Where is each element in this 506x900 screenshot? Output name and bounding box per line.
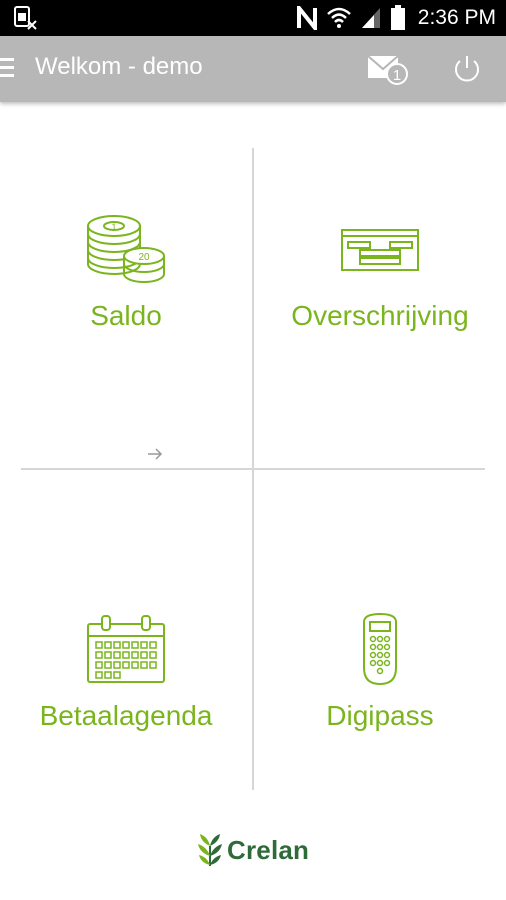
wheat-logo-icon — [198, 834, 222, 866]
app-bar: Welkom - demo 1 — [0, 36, 506, 102]
brand-name: Crelan — [227, 834, 310, 865]
menu-grid: 1 20 Saldo Overschrijving Betaalagenda D… — [0, 102, 506, 802]
divider-horizontal — [21, 468, 485, 470]
calendar-icon — [87, 615, 165, 683]
nfc-icon — [296, 6, 317, 30]
tile-digipass[interactable]: Digipass — [264, 612, 496, 732]
messages-button[interactable]: 1 — [366, 50, 410, 88]
menu-icon[interactable] — [0, 58, 14, 80]
tile-overschrijving[interactable]: Overschrijving — [264, 212, 496, 332]
tile-label-betaalagenda: Betaalagenda — [39, 700, 213, 731]
power-icon[interactable] — [450, 52, 484, 86]
arrow-right-icon[interactable] — [147, 446, 163, 462]
tile-label-digipass: Digipass — [326, 700, 434, 731]
wifi-icon — [326, 7, 351, 28]
sim-x-icon — [14, 6, 37, 30]
digipass-icon — [363, 612, 397, 686]
mail-badge: 1 — [393, 67, 401, 84]
signal-icon — [361, 8, 380, 28]
tile-label-saldo: Saldo — [90, 300, 162, 331]
tile-label-overschrijving: Overschrijving — [291, 300, 469, 331]
battery-icon — [390, 5, 405, 30]
page-title: Welkom - demo — [35, 53, 203, 80]
transfer-form-icon — [341, 229, 419, 271]
coins-icon: 1 20 — [87, 215, 165, 283]
crelan-logo: Crelan — [197, 832, 309, 868]
svg-text:1: 1 — [111, 222, 116, 232]
tile-betaalagenda[interactable]: Betaalagenda — [10, 612, 242, 732]
status-time: 2:36 PM — [417, 6, 496, 29]
status-bar: 2:36 PM — [0, 0, 506, 36]
svg-text:20: 20 — [138, 252, 150, 263]
tile-saldo[interactable]: 1 20 Saldo — [10, 212, 242, 460]
